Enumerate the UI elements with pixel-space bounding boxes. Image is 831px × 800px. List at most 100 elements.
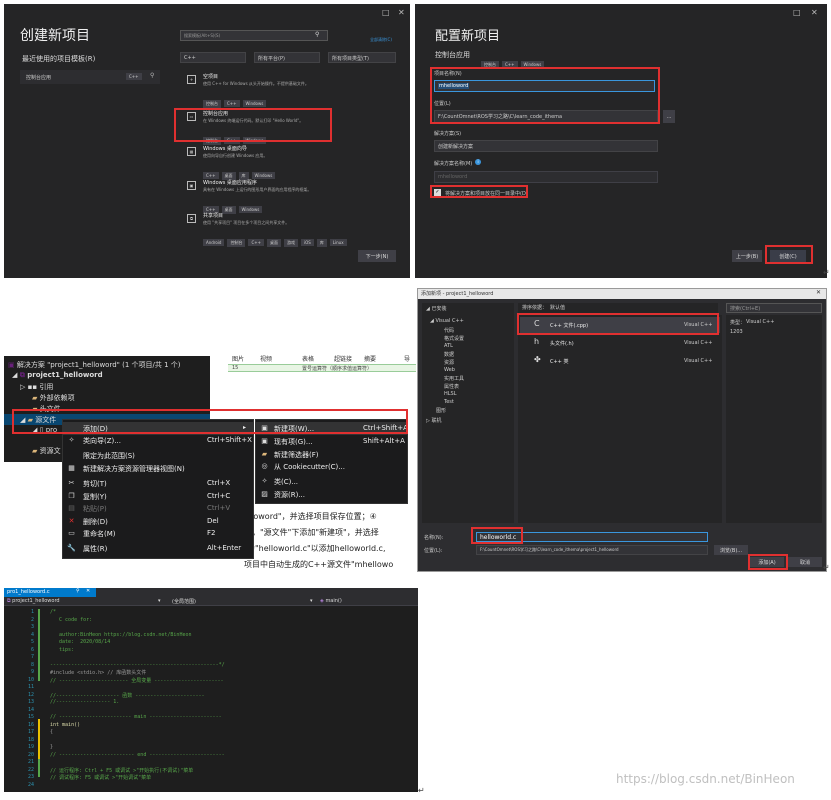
submenu-item-cookiecutter[interactable]: ◎ 从 Cookiecutter(C)...	[256, 460, 407, 473]
platform-filter[interactable]: 所有平台(P)	[254, 52, 320, 63]
tag: 控制台	[227, 239, 246, 247]
tree-item-resource-files[interactable]: ▰ 资源文	[32, 446, 61, 456]
minimize-icon[interactable]: □	[382, 8, 390, 17]
func-dropdown[interactable]: ◈ main()	[320, 598, 342, 604]
tree-item[interactable]: Test	[444, 399, 454, 405]
menu-label: 剪切(T)	[83, 480, 107, 488]
menu-shortcut: Shift+Alt+A	[363, 437, 405, 445]
submenu-item-resource[interactable]: ▨ 资源(R)...	[256, 488, 407, 501]
menu-item-rename[interactable]: ▭ 重命名(M) F2	[63, 527, 253, 540]
code-area[interactable]: 1 2 3 4 5 6 7 8 9 10 11 12 13 14 15 16 1…	[4, 607, 418, 792]
template-desktop-wizard[interactable]: ▦ Windows 桌面向导 使用向导自行创建 Windows 应用。 C++ 桌…	[185, 145, 345, 180]
template-shared-project[interactable]: ⧉ 共享项目 使用 "共享项目" 项目在多个项目之间共享文件。 Android 控…	[185, 212, 385, 247]
tree-item-references[interactable]: ▷ ▪▪ 引用	[20, 382, 53, 392]
tree-item[interactable]: 属性表	[444, 383, 459, 390]
recent-item-label: 控制台应用	[26, 75, 52, 81]
browse-button[interactable]: ...	[663, 110, 675, 123]
menu-item-cut[interactable]: ✂ 剪切(T) Ctrl+X	[63, 477, 253, 490]
chevron-down-icon[interactable]: ▾	[310, 598, 313, 604]
line-number: 16	[27, 721, 34, 728]
tree-label: 引用	[39, 383, 54, 391]
tree-item[interactable]: 资源	[444, 359, 454, 366]
template-empty-project[interactable]: + 空项目 使用 C++ for Windows 从头开始操作。不提供基础文件。…	[185, 73, 345, 108]
tree-item[interactable]: 数据	[444, 351, 454, 358]
search-icon[interactable]: ⚲	[315, 31, 319, 38]
sort-value[interactable]: 默认值	[550, 304, 565, 311]
tree-item[interactable]: Web	[444, 367, 455, 373]
pin-icon[interactable]: ⚲	[150, 72, 154, 79]
tree-item[interactable]: 格式设置	[444, 335, 464, 342]
editor-tab[interactable]: pro1_helloword.c ⚲ ✕	[4, 588, 96, 597]
tree-item-project[interactable]: ◢ ⧉ project1_helloword	[12, 371, 103, 380]
line-number: 10	[27, 676, 34, 683]
code-line: /*	[50, 609, 57, 615]
platform-filter-value: 所有平台(P)	[258, 56, 285, 62]
tree-item-visual-cpp[interactable]: ◢ Visual C++	[430, 318, 464, 324]
menu-item-scope[interactable]: 限定为此范围(S)	[63, 449, 253, 462]
item-cpp-class[interactable]: ✤ C++ 类 Visual C++	[520, 353, 720, 369]
line-number: 19	[27, 744, 34, 750]
delete-icon: ✕	[68, 517, 75, 525]
tree-item[interactable]: 图形	[436, 407, 446, 414]
clear-all-link[interactable]: 全部清除(C)	[370, 37, 392, 43]
tree-item-online[interactable]: ▷ 联机	[426, 417, 441, 424]
recent-templates-header: 最近使用的项目模板(R)	[22, 55, 96, 63]
tree-item-installed[interactable]: ◢ 已安装	[426, 305, 446, 312]
next-button[interactable]: 下一步(N)	[358, 250, 396, 262]
solution-dropdown[interactable]: 创建新解决方案	[434, 140, 658, 152]
dialog-title: 添加新项 - project1_helloword	[421, 291, 494, 297]
back-button[interactable]: 上一步(B)	[732, 250, 762, 262]
scope-dropdown[interactable]: (全局范围)	[172, 598, 196, 605]
doc-text-line: 项目中自动生成的C++源文件"mhellowo	[244, 560, 394, 569]
minimize-icon[interactable]: □	[793, 8, 801, 17]
line-number: 23	[27, 774, 34, 780]
code-line: date: 2020/08/14	[50, 639, 111, 645]
chevron-down-icon[interactable]: ▾	[158, 598, 161, 604]
close-icon[interactable]: ✕	[816, 289, 821, 296]
name-label: 名称(N):	[424, 535, 444, 541]
line-number: 3	[30, 624, 34, 630]
recent-template-item[interactable]: 控制台应用 C++ ⚲	[20, 70, 160, 84]
close-icon[interactable]: ✕	[86, 588, 90, 594]
code-line: #include <stdio.h> // 库函数头文件	[50, 670, 147, 676]
type-filter[interactable]: 所有项目类型(T)	[328, 52, 396, 63]
project-dropdown[interactable]: ⧉ project1_helloword	[7, 598, 60, 604]
search-input[interactable]: 搜索模板(Alt+S)(S) ⚲	[180, 30, 328, 41]
submenu-item-class[interactable]: ✧ 类(C)...	[256, 475, 407, 488]
solution-name-input[interactable]: mhelloword	[434, 171, 658, 183]
template-title: Windows 桌面向导	[203, 146, 247, 152]
close-icon[interactable]: ✕	[811, 8, 818, 17]
submenu-item-existing-item[interactable]: ▣ 现有项(G)... Shift+Alt+A	[256, 435, 407, 448]
tree-item[interactable]: ATL	[444, 343, 453, 349]
class-wizard-icon: ✧	[68, 436, 75, 444]
location-dropdown[interactable]: F:\CountOmnet\ROS学习之路\C\learn_code_ithem…	[476, 545, 708, 555]
cancel-button[interactable]: 取消	[788, 557, 822, 567]
solution-root[interactable]: ▣ 解决方案 "project1_helloword" (1 个项目/共 1 个…	[8, 360, 181, 370]
doc-toolbar-item: 导	[404, 356, 411, 363]
menu-item-new-view[interactable]: ▦ 新建解决方案资源管理器视图(N)	[63, 462, 253, 475]
browse-button[interactable]: 浏览(B)...	[714, 545, 748, 555]
code-line: // 调试程序: F5 或调试 >"开始调试"菜单	[50, 775, 152, 781]
menu-item-paste[interactable]: ▤ 粘贴(P) Ctrl+V	[63, 502, 253, 515]
tree-label: Visual C++	[435, 318, 464, 324]
menu-item-class-wizard[interactable]: ✧ 类向导(Z)... Ctrl+Shift+X	[63, 434, 253, 447]
cookiecutter-icon: ◎	[261, 462, 268, 470]
tree-item[interactable]: HLSL	[444, 391, 457, 397]
pin-icon[interactable]: ⚲	[76, 588, 80, 594]
tree-item[interactable]: 实用工具	[444, 375, 464, 382]
tag: C++	[224, 100, 240, 107]
tree-item-external-deps[interactable]: ▰ 外部依赖项	[32, 393, 75, 403]
template-desktop-app[interactable]: ▣ Windows 桌面应用程序 具有在 Windows 上运行的图形用户界面的…	[185, 179, 345, 214]
menu-label: 复制(Y)	[83, 493, 107, 501]
item-header-file[interactable]: h 头文件(.h) Visual C++	[520, 335, 720, 351]
code-line: {	[50, 729, 54, 735]
menu-item-properties[interactable]: 🔧 属性(R) Alt+Enter	[63, 542, 253, 555]
configure-project-window: □ ✕ 配置新项目 控制台应用 控制台 C++ Windows 项目名称(N) mh…	[415, 4, 827, 278]
code-line: author:BinHeon https://blog.csdn.net/Bin…	[50, 631, 192, 638]
close-icon[interactable]: ✕	[398, 8, 405, 17]
return-mark-icon: ↵	[418, 786, 425, 795]
tree-item[interactable]: 代码	[444, 327, 454, 334]
language-filter[interactable]: C++	[180, 52, 246, 63]
search-input[interactable]: 搜索(Ctrl+E)	[726, 303, 822, 313]
info-icon: i	[475, 159, 481, 165]
